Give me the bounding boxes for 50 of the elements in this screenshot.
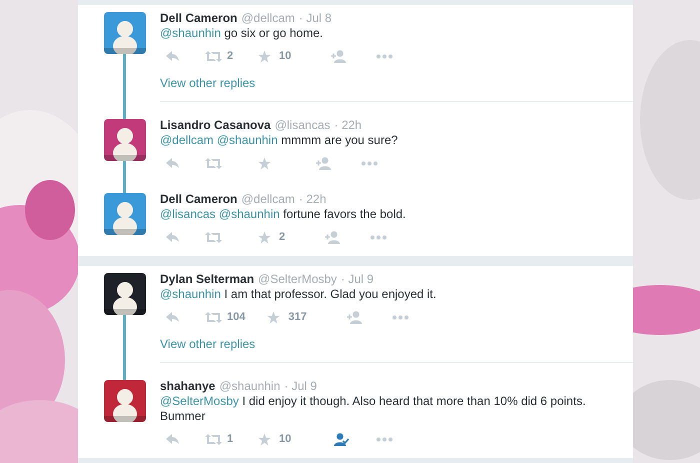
more-icon[interactable]	[361, 160, 378, 166]
star-icon[interactable]	[258, 50, 271, 62]
reply-icon[interactable]	[166, 434, 180, 444]
star-icon[interactable]	[258, 230, 271, 244]
more-icon[interactable]	[376, 54, 394, 58]
retweet-icon[interactable]	[205, 312, 222, 322]
user-name: Dylan Selterman	[160, 273, 254, 286]
star-icon[interactable]	[267, 310, 280, 324]
reply-icon[interactable]	[166, 232, 180, 242]
retweet-count: 104	[227, 310, 246, 325]
star-icon[interactable]	[258, 432, 271, 446]
user-name: Lisandro Casanova	[160, 119, 271, 132]
tweet-text: @SelterMosby I did enjoy it though. Also heard that more than 10% did 6 points. Bummer	[160, 394, 587, 424]
user-handle: @shaunhin	[219, 380, 280, 393]
tweet-time: · 22h	[298, 193, 326, 206]
retweet-count: 2	[227, 48, 234, 64]
tweet-time: · Jul 9	[340, 273, 374, 286]
user-handle: @lisancas	[274, 119, 330, 132]
tweet-text: @shaunhin go six or go home.	[160, 26, 324, 41]
user-handle: @SelterMosby	[258, 273, 337, 286]
more-icon[interactable]	[376, 436, 394, 442]
follow-icon[interactable]	[331, 432, 350, 446]
tweet-text: @dellcam @shaunhin mmmm are you sure?	[160, 133, 399, 148]
tweet-time: · 22h	[334, 119, 362, 132]
tweet-text: @lisancas @shaunhin fortune favors the bold.	[160, 207, 407, 222]
favorite-count: 10	[279, 48, 292, 64]
reply-icon[interactable]	[166, 50, 180, 62]
favorite-count: 2	[279, 230, 286, 245]
user-handle: @dellcam	[241, 193, 295, 206]
retweet-icon[interactable]	[205, 434, 222, 444]
user-name: shahanye	[160, 380, 216, 393]
retweet-icon[interactable]	[205, 158, 222, 168]
reply-icon[interactable]	[166, 158, 180, 168]
user-handle: @dellcam	[241, 12, 295, 25]
tweet-time: · Jul 9	[284, 380, 317, 393]
tweet-text: @shaunhin I am that professor. Glad you enjoyed it.	[160, 287, 438, 302]
favorite-count: 317	[288, 310, 307, 325]
user-name: Dell Cameron	[160, 12, 238, 25]
more-icon[interactable]	[392, 314, 409, 320]
reply-icon[interactable]	[166, 312, 180, 322]
star-icon[interactable]	[258, 156, 271, 170]
more-icon[interactable]	[370, 234, 388, 240]
retweet-icon[interactable]	[205, 50, 222, 62]
tweet-time: · Jul 8	[298, 12, 332, 25]
retweet-count: 1	[227, 432, 234, 447]
retweet-icon[interactable]	[205, 232, 222, 242]
view-replies-link[interactable]: View other replies	[160, 337, 256, 351]
view-replies-link[interactable]: View other replies	[160, 76, 256, 90]
favorite-count: 10	[279, 432, 292, 447]
user-name: Dell Cameron	[160, 193, 238, 206]
